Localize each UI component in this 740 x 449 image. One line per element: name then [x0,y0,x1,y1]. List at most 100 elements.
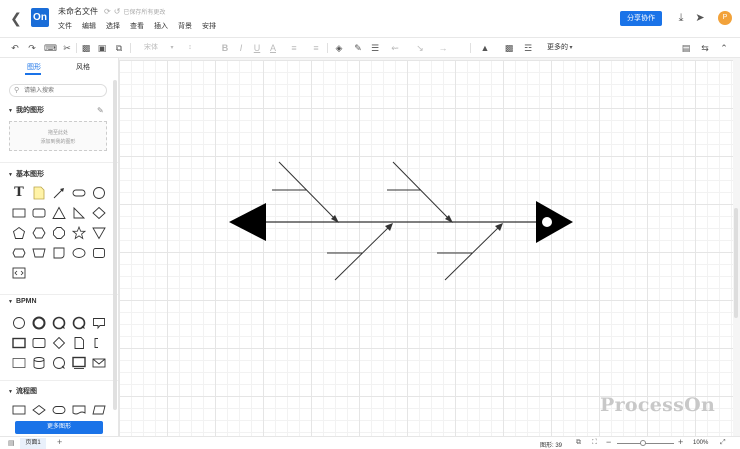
sidebar-scrollbar[interactable] [113,80,117,410]
fullscreen-icon[interactable]: ⛶ [592,439,597,447]
zoom-level[interactable]: 100% [693,440,708,446]
rounded-rect-shape[interactable] [72,186,86,200]
code-block-shape[interactable] [12,266,26,280]
underline-icon[interactable]: U [252,42,262,54]
share-button[interactable]: 分享协作 [620,11,662,26]
pages-icon[interactable]: ▤ [8,439,15,447]
menu-file[interactable]: 文件 [58,21,72,32]
flow-decision-shape[interactable] [32,403,46,417]
bpmn-data-store-shape[interactable] [32,356,46,370]
font-color-icon[interactable]: A [268,42,278,54]
tab-style[interactable]: 风格 [76,62,90,72]
bpmn-task-shape[interactable] [12,336,26,350]
section-flowchart[interactable]: ▼ 流程图 [8,386,37,396]
text-shape[interactable]: T [12,186,26,200]
menu-edit[interactable]: 编辑 [82,21,96,32]
menu-background[interactable]: 背景 [178,21,192,32]
more-shapes-button[interactable]: 更多图形 [15,421,103,434]
line-spacing-icon[interactable]: ≡ [310,42,322,54]
flow-document-shape[interactable] [72,403,86,417]
circle-shape[interactable] [92,186,106,200]
line-color-icon[interactable]: ✎ [352,42,364,54]
flow-terminator-shape[interactable] [52,403,66,417]
zoom-in-button[interactable]: + [678,437,683,447]
my-shapes-dropzone[interactable]: 拖至此处 添加到我的图形 [9,121,107,151]
rounded-square-shape[interactable] [92,246,106,260]
callout-shape[interactable] [52,246,66,260]
bpmn-end-event-shape[interactable] [32,316,46,330]
bpmn-screen-shape[interactable] [72,356,86,370]
font-size-icon[interactable]: ↕ [185,42,195,54]
send-icon[interactable]: ➤ [694,11,706,25]
italic-icon[interactable]: I [236,42,246,54]
line-type-icon[interactable]: ⇜ [388,42,402,54]
document-title[interactable]: 未命名文件 [58,6,98,17]
page-tab[interactable]: 页面1 [20,438,46,449]
inverted-triangle-shape[interactable] [92,226,106,240]
bpmn-subprocess-shape[interactable] [32,336,46,350]
menu-view[interactable]: 查看 [130,21,144,32]
align-icon[interactable]: ≡ [288,42,300,54]
line-style-icon[interactable]: ☰ [368,42,382,54]
avatar[interactable]: P [718,11,732,25]
bpmn-message-shape[interactable] [92,316,106,330]
clear-format-icon[interactable]: ✂ [61,42,73,54]
bpmn-annotation-shape[interactable] [92,336,106,350]
flow-process-shape[interactable] [12,403,26,417]
end-arrow-icon[interactable]: → [436,42,450,54]
cross-rect-shape[interactable] [12,246,26,260]
format-painter-icon[interactable]: ⌨ [44,42,57,54]
fishbone-diagram[interactable] [119,60,733,436]
tab-shapes[interactable]: 图形 [27,62,41,72]
add-page-icon[interactable]: + [57,437,62,447]
lock-icon[interactable]: ☲ [522,42,534,54]
pentagon-shape[interactable] [12,226,26,240]
download-icon[interactable]: ⤓ [675,11,687,25]
more-options[interactable]: 更多的 [547,42,568,54]
note-shape[interactable] [32,186,46,200]
swap-icon[interactable]: ⇆ [699,42,711,54]
bpmn-data-object-shape[interactable] [72,336,86,350]
bpmn-intermediate-event-shape[interactable] [52,316,66,330]
section-bpmn[interactable]: ▼ BPMN [8,298,37,305]
panel-icon[interactable]: ▤ [680,42,692,54]
section-basic-shapes[interactable]: ▼ 基本图形 [8,169,44,179]
shape-search[interactable]: ⚲ [9,84,107,97]
rectangle-shape[interactable] [12,206,26,220]
image-icon[interactable]: ▣ [96,42,108,54]
bpmn-conversation-shape[interactable] [52,356,66,370]
octagon-shape[interactable] [52,226,66,240]
right-triangle-shape[interactable] [72,206,86,220]
rounded-rectangle-shape[interactable] [32,206,46,220]
redo-icon[interactable]: ↷ [26,42,38,54]
bpmn-boundary-event-shape[interactable] [72,316,86,330]
triangle-shape[interactable] [52,206,66,220]
trapezoid-shape[interactable] [32,246,46,260]
processon-logo[interactable]: On [31,8,49,27]
drawing-canvas[interactable] [119,60,733,436]
arrow-shape[interactable] [52,186,66,200]
crop-icon[interactable]: ⧉ [113,42,125,54]
style-icon[interactable]: ▩ [80,42,92,54]
edit-icon[interactable]: ✎ [97,106,104,115]
bpmn-start-event-shape[interactable] [12,316,26,330]
undo-icon[interactable]: ↶ [9,42,21,54]
canvas-scrollbar[interactable] [734,208,738,318]
bpmn-gateway-shape[interactable] [52,336,66,350]
layer-icon[interactable]: ▩ [503,42,515,54]
start-arrow-icon[interactable]: ↘ [413,42,427,54]
font-family-select[interactable]: 宋体 [144,42,158,54]
bold-icon[interactable]: B [220,42,230,54]
bpmn-envelope-shape[interactable] [92,356,106,370]
star-shape[interactable] [72,226,86,240]
search-input[interactable] [24,86,102,96]
chevron-left-icon[interactable]: ❮ [9,9,23,27]
bpmn-lane-shape[interactable] [12,356,26,370]
menu-insert[interactable]: 插入 [154,21,168,32]
collapse-icon[interactable]: ⌃ [718,42,730,54]
fill-color-icon[interactable]: ◈ [333,42,345,54]
diamond-shape[interactable] [92,206,106,220]
section-my-shapes[interactable]: ▼ 我的图形 [8,105,44,115]
fit-screen-icon[interactable]: ⧉ [576,439,581,447]
chevron-down-icon[interactable]: ▾ [567,42,575,54]
